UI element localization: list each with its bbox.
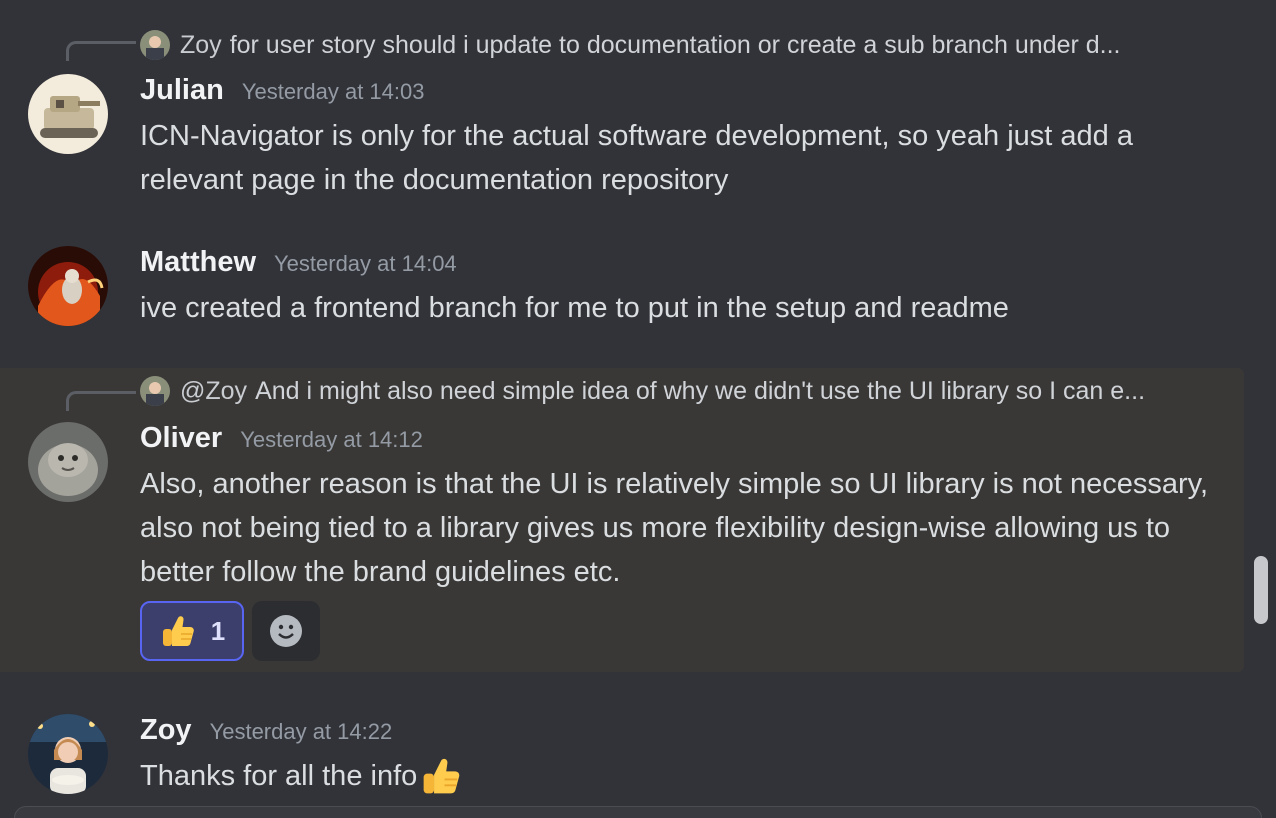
author-name[interactable]: Matthew bbox=[140, 246, 256, 279]
reply-author[interactable]: Zoy bbox=[180, 31, 222, 60]
message-text: Thanks for all the info bbox=[140, 760, 418, 792]
reaction-thumbs-up[interactable]: 1 bbox=[140, 601, 244, 661]
avatar[interactable] bbox=[28, 246, 108, 326]
message-content: ive created a frontend branch for me to … bbox=[140, 292, 1009, 324]
reactions-bar: 1 bbox=[140, 601, 320, 661]
message-matthew[interactable]: Matthew Yesterday at 14:04 ive created a… bbox=[0, 232, 1244, 352]
thumbs-up-icon bbox=[422, 758, 461, 795]
message-zoy[interactable]: Zoy Yesterday at 14:22 Thanks for all th… bbox=[0, 700, 1244, 806]
timestamp: Yesterday at 14:03 bbox=[241, 79, 425, 104]
reaction-count: 1 bbox=[210, 615, 226, 646]
scrollbar-thumb[interactable] bbox=[1254, 556, 1268, 624]
author-name[interactable]: Julian bbox=[140, 74, 224, 107]
reply-author[interactable]: @Zoy bbox=[180, 377, 247, 406]
message-header: Julian Yesterday at 14:03 bbox=[140, 74, 424, 107]
message-julian[interactable]: Zoy for user story should i update to do… bbox=[0, 18, 1244, 208]
reply-avatar-icon bbox=[140, 376, 170, 406]
message-oliver[interactable]: @Zoy And i might also need simple idea o… bbox=[0, 368, 1244, 672]
add-reaction-button[interactable] bbox=[252, 601, 320, 661]
author-name[interactable]: Zoy bbox=[140, 714, 192, 747]
message-composer[interactable] bbox=[14, 806, 1262, 818]
smiley-icon bbox=[270, 615, 302, 647]
avatar[interactable] bbox=[28, 714, 108, 794]
message-header: Matthew Yesterday at 14:04 bbox=[140, 246, 457, 279]
reply-reference[interactable]: Zoy for user story should i update to do… bbox=[140, 28, 1121, 62]
reply-excerpt: for user story should i update to docume… bbox=[229, 30, 1121, 59]
reply-connector bbox=[66, 391, 136, 411]
message-header: Oliver Yesterday at 14:12 bbox=[140, 422, 423, 455]
reply-avatar-icon bbox=[140, 30, 170, 60]
message-content: Also, another reason is that the UI is r… bbox=[140, 468, 1209, 588]
chat-messages: Zoy for user story should i update to do… bbox=[0, 0, 1276, 818]
timestamp: Yesterday at 14:04 bbox=[274, 251, 457, 276]
message-header: Zoy Yesterday at 14:22 bbox=[140, 714, 392, 747]
reply-reference[interactable]: @Zoy And i might also need simple idea o… bbox=[140, 374, 1145, 408]
timestamp: Yesterday at 14:22 bbox=[209, 719, 393, 744]
message-content: ICN-Navigator is only for the actual sof… bbox=[140, 120, 1133, 196]
message-content: Thanks for all the info bbox=[140, 754, 1220, 798]
thumbs-up-icon bbox=[161, 615, 195, 647]
reply-connector bbox=[66, 41, 136, 61]
timestamp: Yesterday at 14:12 bbox=[240, 427, 423, 452]
author-name[interactable]: Oliver bbox=[140, 422, 222, 455]
reply-excerpt: And i might also need simple idea of why… bbox=[255, 376, 1146, 405]
avatar[interactable] bbox=[28, 74, 108, 154]
avatar[interactable] bbox=[28, 422, 108, 502]
